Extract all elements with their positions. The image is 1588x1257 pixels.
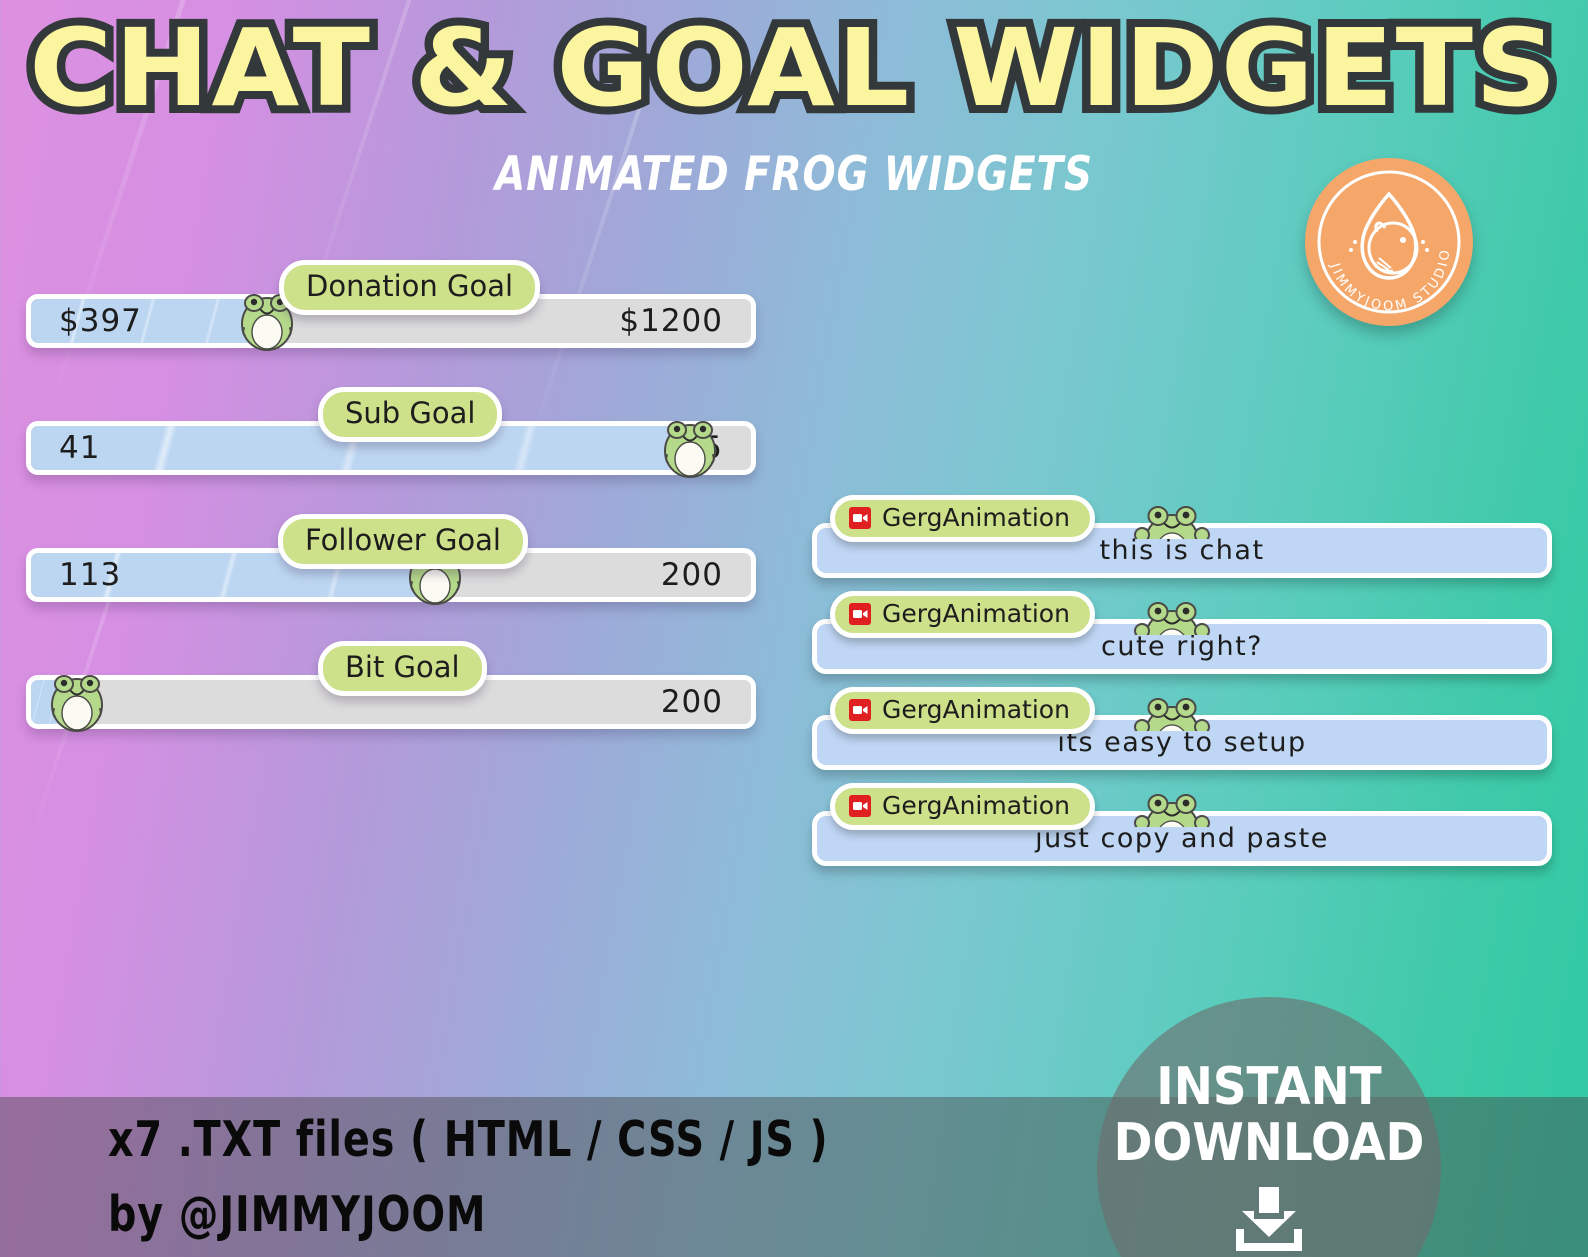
goal-current-value: $397	[59, 303, 142, 339]
chat-message-row: just copy and paste GergAnimation	[812, 783, 1552, 866]
goal-target-value: 200	[660, 557, 723, 593]
chat-message-row: cute right? GergAnimation	[812, 591, 1552, 674]
svg-text:JIMMYJOOM STUDIO: JIMMYJOOM STUDIO	[1327, 247, 1454, 314]
chat-message-row: its easy to setup GergAnimation	[812, 687, 1552, 770]
chat-username-pill[interactable]: GergAnimation	[830, 495, 1095, 542]
broadcaster-camera-icon	[848, 794, 872, 818]
chat-username-pill[interactable]: GergAnimation	[830, 783, 1095, 830]
chat-username: GergAnimation	[882, 503, 1070, 532]
chat-message-text: its easy to setup	[1057, 727, 1307, 758]
goal-current-value: 113	[59, 557, 122, 593]
goal-label-pill: Bit Goal	[318, 641, 487, 696]
frog-peek-icon	[1132, 687, 1212, 731]
download-line-2: DOWNLOAD	[1113, 1113, 1425, 1174]
chat-username-pill[interactable]: GergAnimation	[830, 591, 1095, 638]
chat-username: GergAnimation	[882, 599, 1070, 628]
goal-current-value: 41	[59, 430, 101, 466]
broadcaster-camera-icon	[848, 506, 872, 530]
goal-widget: 113 200 Follower Goal	[26, 514, 756, 608]
goal-target-value: $1200	[619, 303, 723, 339]
frog-marker-icon	[45, 669, 109, 735]
chat-username-pill[interactable]: GergAnimation	[830, 687, 1095, 734]
chat-message-text: this is chat	[1099, 535, 1265, 566]
goal-label-pill: Sub Goal	[318, 387, 503, 442]
download-tray-icon	[1226, 1185, 1312, 1257]
broadcaster-camera-icon	[848, 602, 872, 626]
frog-badge-icon: JIMMYJOOM STUDIO	[1317, 170, 1461, 314]
frog-peek-icon	[1132, 783, 1212, 827]
footer-author-text: by @JIMMYJOOM	[108, 1186, 487, 1243]
chat-username: GergAnimation	[882, 791, 1070, 820]
frog-peek-icon	[1132, 591, 1212, 635]
goal-label-pill: Follower Goal	[278, 514, 528, 569]
broadcaster-camera-icon	[848, 698, 872, 722]
chat-widgets-group: this is chat GergAnimation cute right? G…	[812, 495, 1552, 866]
frog-peek-icon	[1132, 495, 1212, 539]
chat-message-text: cute right?	[1100, 631, 1263, 662]
goal-widget: $397 $1200 Donation Goal	[26, 260, 756, 354]
chat-username: GergAnimation	[882, 695, 1070, 724]
footer-info: x7 .TXT files ( HTML / CSS / JS ) by @JI…	[108, 1111, 829, 1243]
goal-widget: 41 45 Sub Goal	[26, 387, 756, 481]
chat-message-row: this is chat GergAnimation	[812, 495, 1552, 578]
frog-marker-icon	[658, 415, 722, 481]
goal-target-value: 200	[660, 684, 723, 720]
footer-files-text: x7 .TXT files ( HTML / CSS / JS )	[108, 1111, 829, 1168]
instant-download-badge: INSTANT DOWNLOAD	[1097, 997, 1441, 1257]
goal-label-pill: Donation Goal	[279, 260, 541, 315]
goal-widget: 14 200 Bit Goal	[26, 641, 756, 735]
download-line-1: INSTANT	[1156, 1057, 1382, 1117]
brand-logo-badge: JIMMYJOOM STUDIO	[1305, 158, 1473, 326]
page-title: CHAT & GOAL WIDGETS	[21, 7, 1566, 131]
goal-widgets-group: $397 $1200 Donation Goal 41 45	[26, 260, 756, 735]
